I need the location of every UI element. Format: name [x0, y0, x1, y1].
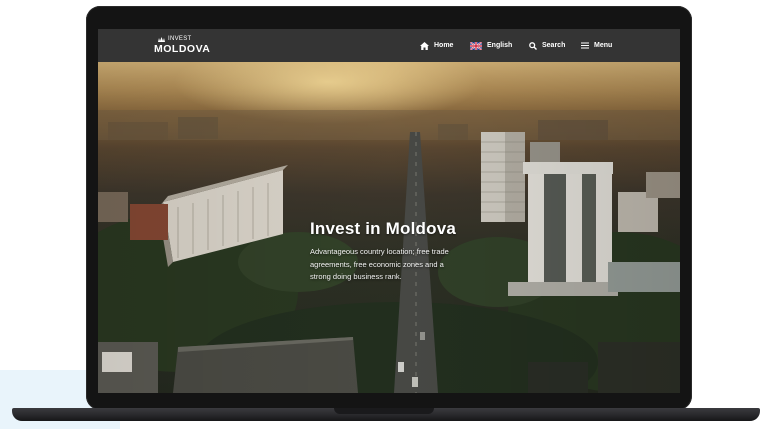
hero-title: Invest in Moldova: [310, 219, 457, 238]
nav-menu[interactable]: Menu: [581, 29, 612, 62]
logo-big-text: MOLDOVA: [154, 43, 211, 55]
laptop-screen: INVEST MOLDOVA Home English Search Menu …: [98, 29, 680, 393]
hero-description: Advantageous country location; free trad…: [310, 247, 449, 281]
logo-small-text: INVEST: [168, 36, 192, 42]
hero-section: Invest in Moldova Advantageous country l…: [98, 62, 680, 393]
nav-menu-label: Menu: [594, 42, 613, 49]
nav-search[interactable]: Search: [529, 29, 565, 62]
invest-moldova-logo[interactable]: INVEST MOLDOVA: [154, 36, 214, 56]
nav-language-label: English: [487, 42, 513, 49]
laptop-hinge-notch: [334, 408, 434, 414]
menu-icon: [581, 42, 589, 49]
logo-mark-icon: [158, 37, 165, 42]
home-icon: [420, 41, 429, 50]
nav-search-label: Search: [542, 42, 566, 49]
top-navbar: INVEST MOLDOVA Home English Search Menu: [98, 29, 680, 62]
search-icon: [529, 41, 537, 50]
nav-home-label: Home: [434, 42, 454, 49]
nav-language[interactable]: English: [470, 29, 512, 62]
uk-flag-icon: [470, 41, 482, 50]
nav-home[interactable]: Home: [420, 29, 453, 62]
